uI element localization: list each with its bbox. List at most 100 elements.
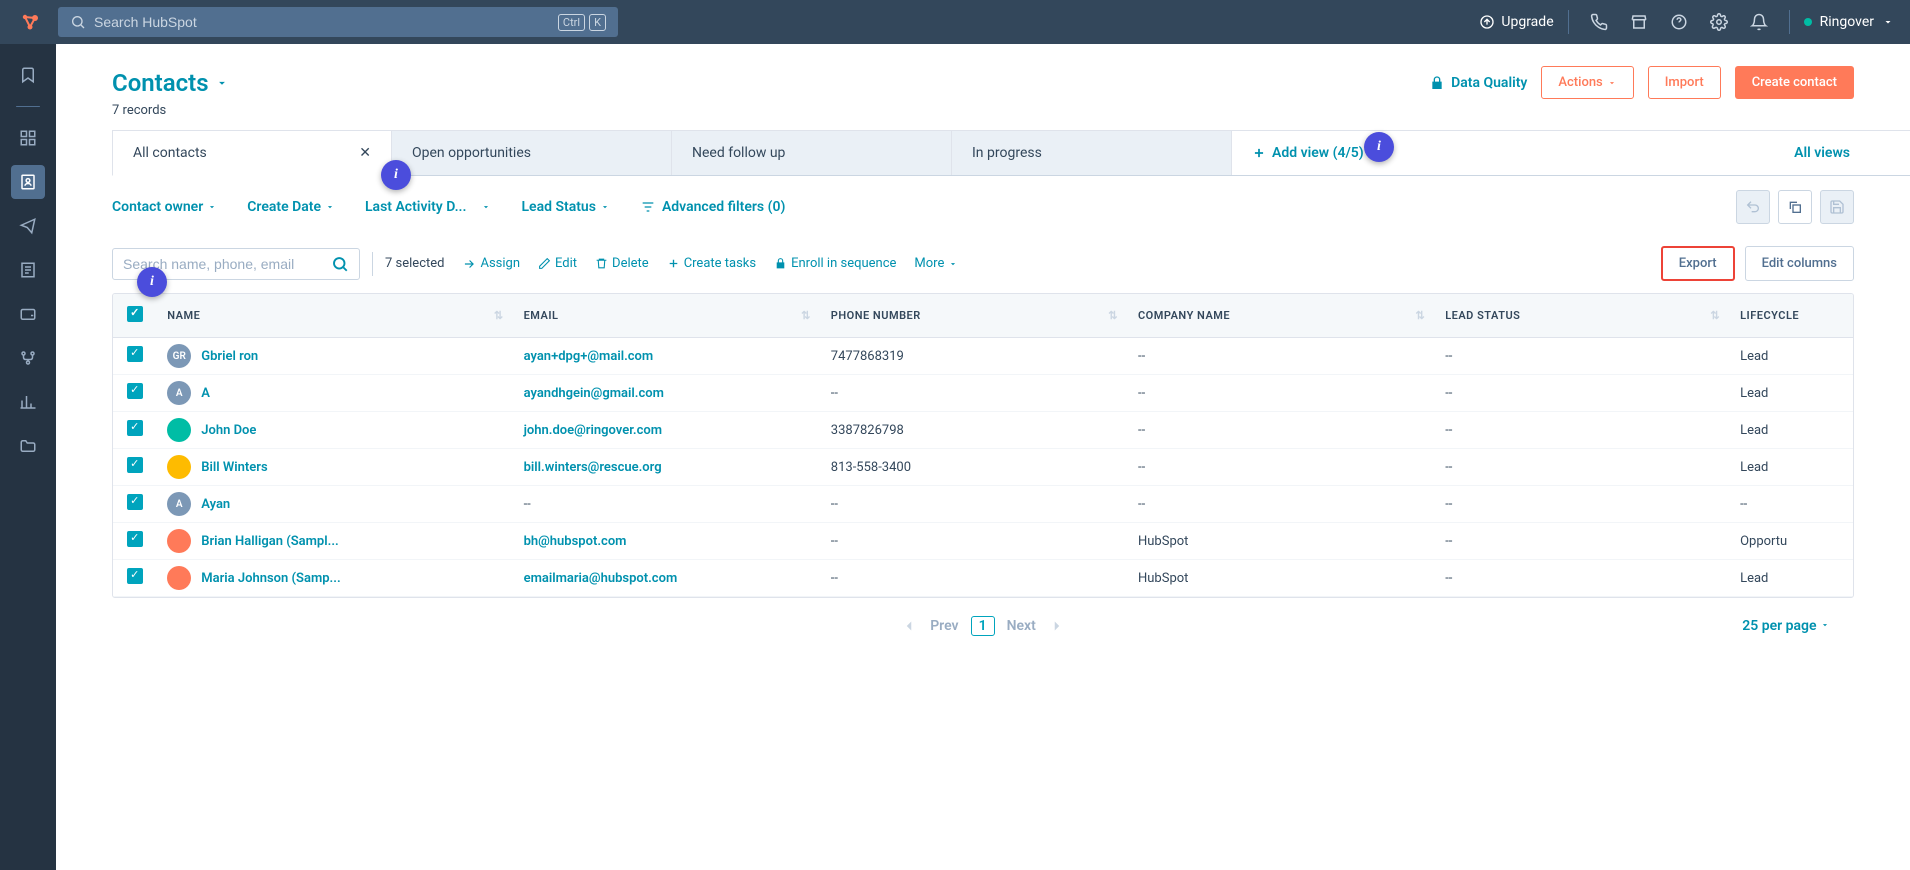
row-checkbox[interactable] xyxy=(127,531,143,547)
contact-phone: 7477868319 xyxy=(821,338,1128,375)
table-search[interactable]: i xyxy=(112,248,360,280)
nav-bookmark[interactable] xyxy=(11,58,45,92)
nav-marketing[interactable] xyxy=(11,209,45,243)
contact-company: HubSpot xyxy=(1128,523,1435,560)
tab-open-opportunities[interactable]: Open opportunities xyxy=(392,131,672,175)
contact-name[interactable]: A xyxy=(201,386,210,401)
next-button[interactable]: Next xyxy=(1007,618,1036,634)
col-company[interactable]: COMPANY NAME xyxy=(1138,309,1230,322)
nav-content[interactable] xyxy=(11,253,45,287)
sort-icon[interactable]: ⇅ xyxy=(801,309,811,322)
sort-icon[interactable]: ⇅ xyxy=(1108,309,1118,322)
select-all-checkbox[interactable] xyxy=(127,306,143,322)
info-marker-2[interactable]: i xyxy=(381,160,411,190)
all-views-link[interactable]: All views xyxy=(1774,131,1870,175)
global-search-input[interactable] xyxy=(94,14,558,30)
row-checkbox[interactable] xyxy=(127,494,143,510)
undo-button[interactable] xyxy=(1736,190,1770,224)
clone-button[interactable] xyxy=(1778,190,1812,224)
filter-last-activity[interactable]: Last Activity D... xyxy=(365,199,492,215)
contact-email[interactable]: bh@hubspot.com xyxy=(514,523,821,560)
info-marker-3[interactable]: i xyxy=(137,267,167,297)
nav-reporting[interactable] xyxy=(11,385,45,419)
export-button[interactable]: Export xyxy=(1661,246,1735,281)
actions-dropdown[interactable]: Actions xyxy=(1541,66,1633,99)
contact-email[interactable]: ayan+dpg+@mail.com xyxy=(514,338,821,375)
nav-files[interactable] xyxy=(11,429,45,463)
col-phone[interactable]: PHONE NUMBER xyxy=(831,309,921,322)
contact-name[interactable]: Bill Winters xyxy=(201,460,267,475)
row-checkbox[interactable] xyxy=(127,383,143,399)
table-row[interactable]: Brian Halligan (Sampl... bh@hubspot.com … xyxy=(113,523,1853,560)
assign-action[interactable]: Assign xyxy=(462,256,520,271)
row-checkbox[interactable] xyxy=(127,568,143,584)
hubspot-logo-icon[interactable] xyxy=(16,8,44,36)
table-row[interactable]: Maria Johnson (Samp... emailmaria@hubspo… xyxy=(113,560,1853,597)
table-row[interactable]: AA ayandhgein@gmail.com -- -- -- Lead xyxy=(113,375,1853,412)
col-email[interactable]: EMAIL xyxy=(524,309,559,322)
phone-icon[interactable] xyxy=(1583,6,1615,38)
tab-in-progress[interactable]: In progress xyxy=(952,131,1232,175)
nav-commerce[interactable] xyxy=(11,297,45,331)
contact-email[interactable]: ayandhgein@gmail.com xyxy=(514,375,821,412)
enroll-action[interactable]: Enroll in sequence xyxy=(774,256,896,271)
sort-icon[interactable]: ⇅ xyxy=(494,309,504,322)
contact-name[interactable]: Ayan xyxy=(201,497,230,512)
contact-name[interactable]: Maria Johnson (Samp... xyxy=(201,571,340,586)
create-tasks-action[interactable]: Create tasks xyxy=(667,256,756,271)
per-page-dropdown[interactable]: 25 per page xyxy=(1742,618,1830,634)
prev-button[interactable]: Prev xyxy=(930,618,958,634)
sort-icon[interactable]: ⇅ xyxy=(1415,309,1425,322)
save-button[interactable] xyxy=(1820,190,1854,224)
contact-name[interactable]: Gbriel ron xyxy=(201,349,258,364)
tab-need-follow-up[interactable]: Need follow up xyxy=(672,131,952,175)
row-checkbox[interactable] xyxy=(127,457,143,473)
contact-email[interactable]: emailmaria@hubspot.com xyxy=(514,560,821,597)
main-content: Contacts Data Quality Actions Import Cre… xyxy=(56,44,1910,870)
table-row[interactable]: Bill Winters bill.winters@rescue.org 813… xyxy=(113,449,1853,486)
col-lifecycle[interactable]: LIFECYCLE xyxy=(1740,309,1799,322)
global-search[interactable]: CtrlK xyxy=(58,7,618,37)
filter-create-date[interactable]: Create Date xyxy=(247,199,335,215)
col-lead-status[interactable]: LEAD STATUS xyxy=(1445,309,1520,322)
filter-contact-owner[interactable]: Contact owner xyxy=(112,199,217,215)
add-view-button[interactable]: Add view (4/5) xyxy=(1232,131,1384,175)
advanced-filters[interactable]: Advanced filters (0) xyxy=(640,199,785,215)
contact-email[interactable]: bill.winters@rescue.org xyxy=(514,449,821,486)
import-button[interactable]: Import xyxy=(1648,66,1721,99)
marketplace-icon[interactable] xyxy=(1623,6,1655,38)
contact-email[interactable]: john.doe@ringover.com xyxy=(514,412,821,449)
row-checkbox[interactable] xyxy=(127,346,143,362)
nav-workspaces[interactable] xyxy=(11,121,45,155)
help-icon[interactable] xyxy=(1663,6,1695,38)
info-marker-1[interactable]: i xyxy=(1364,132,1394,162)
table-row[interactable]: GRGbriel ron ayan+dpg+@mail.com 74778683… xyxy=(113,338,1853,375)
edit-action[interactable]: Edit xyxy=(538,256,577,271)
filter-lead-status[interactable]: Lead Status xyxy=(521,199,609,215)
chevron-left-icon[interactable] xyxy=(900,617,918,635)
contact-lifecycle: -- xyxy=(1730,486,1853,523)
nav-automation[interactable] xyxy=(11,341,45,375)
contact-name[interactable]: Brian Halligan (Sampl... xyxy=(201,534,338,549)
account-menu[interactable]: Ringover xyxy=(1804,14,1894,30)
settings-icon[interactable] xyxy=(1703,6,1735,38)
notifications-icon[interactable] xyxy=(1743,6,1775,38)
nav-contacts[interactable] xyxy=(11,165,45,199)
data-quality-link[interactable]: Data Quality xyxy=(1429,75,1527,91)
edit-columns-button[interactable]: Edit columns xyxy=(1745,246,1854,281)
sort-icon[interactable]: ⇅ xyxy=(1710,309,1720,322)
row-checkbox[interactable] xyxy=(127,420,143,436)
contact-name[interactable]: John Doe xyxy=(201,423,256,438)
col-name[interactable]: NAME xyxy=(167,309,200,322)
page-number[interactable]: 1 xyxy=(971,616,995,636)
table-row[interactable]: AAyan -- -- -- -- -- xyxy=(113,486,1853,523)
upgrade-button[interactable]: Upgrade xyxy=(1479,14,1553,30)
close-icon[interactable]: ✕ xyxy=(359,145,371,161)
more-action[interactable]: More xyxy=(914,256,958,271)
table-row[interactable]: John Doe john.doe@ringover.com 338782679… xyxy=(113,412,1853,449)
tab-all-contacts[interactable]: All contacts ✕ xyxy=(112,131,392,176)
page-title-dropdown[interactable]: Contacts xyxy=(112,69,229,97)
chevron-right-icon[interactable] xyxy=(1048,617,1066,635)
create-contact-button[interactable]: Create contact xyxy=(1735,66,1854,99)
delete-action[interactable]: Delete xyxy=(595,256,649,271)
